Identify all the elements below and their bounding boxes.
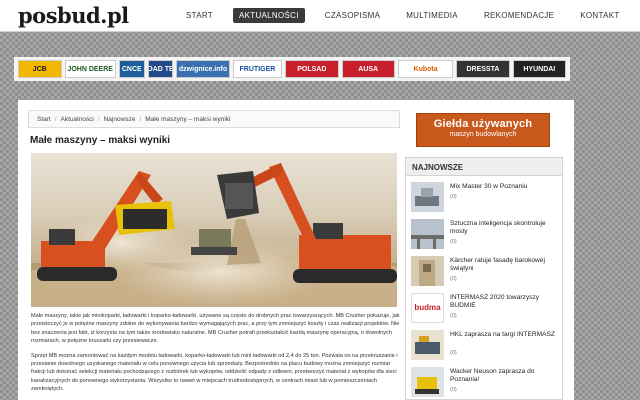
news-comment-count: (0)	[450, 194, 457, 200]
facade-thumb-icon	[411, 256, 444, 286]
partner-logo-polsad[interactable]: POLSAD	[285, 60, 339, 78]
partner-logo-dzwignice[interactable]: dzwignice.info	[176, 60, 230, 78]
news-item[interactable]: HKL zaprasza na targi INTERMASZ (0)	[411, 330, 561, 366]
breadcrumb-start[interactable]: Start	[37, 116, 51, 123]
news-thumbnail[interactable]	[411, 367, 444, 397]
news-title[interactable]: Sztuczna inteligencja skontroluje mosty	[450, 220, 558, 235]
news-item[interactable]: budma INTERMASZ 2020 towarzyszy BUDMIE (…	[411, 293, 561, 329]
nav-kontakt[interactable]: KONTAKT	[574, 8, 625, 23]
breadcrumb-separator: /	[97, 115, 100, 123]
breadcrumb-separator: /	[139, 115, 142, 123]
latest-news-box: NAJNOWSZE Mix Master 30 w Poznaniu (0) S…	[405, 157, 563, 400]
nav-aktualnosci[interactable]: AKTUALNOŚCI	[232, 8, 305, 23]
machines-market-banner[interactable]: Giełda używanych maszyn budowlanych	[416, 113, 550, 147]
news-thumbnail[interactable]	[411, 330, 444, 360]
news-item[interactable]: Mix Master 30 w Poznaniu (0)	[411, 182, 561, 218]
news-thumbnail[interactable]	[411, 219, 444, 249]
news-comment-count: (0)	[450, 387, 457, 393]
news-title[interactable]: Kärcher ratuje fasadę barokowej świątyni	[450, 257, 558, 272]
news-comment-count: (0)	[450, 313, 457, 319]
news-title[interactable]: INTERMASZ 2020 towarzyszy BUDMIE	[450, 294, 558, 309]
article-body: Małe maszyny, takie jak minikoparki, ład…	[31, 312, 401, 400]
partner-logo-cnce[interactable]: CNCE	[118, 60, 145, 78]
news-comment-count: (0)	[450, 276, 457, 282]
mixer-thumb-icon	[411, 182, 444, 212]
nav-czasopisma[interactable]: CZASOPISMA	[319, 8, 386, 23]
partner-logo-dressta[interactable]: DRESSTA	[456, 60, 510, 78]
partner-logo-john-deere[interactable]: JOHN DEERE	[64, 60, 116, 78]
wacker-machine-thumb-icon	[411, 367, 444, 397]
banner-title: Giełda używanych	[433, 118, 533, 130]
partner-logo-roadtec[interactable]: ROAD TEC	[147, 60, 174, 78]
banner-subtitle: maszyn budowlanych	[449, 131, 517, 138]
news-title[interactable]: HKL zaprasza na targi INTERMASZ	[450, 331, 558, 339]
news-item[interactable]: Wacker Neuson zaprasza do Poznania! (0)	[411, 367, 561, 400]
news-item[interactable]: Kärcher ratuje fasadę barokowej świątyni…	[411, 256, 561, 292]
bridge-thumb-icon	[411, 219, 444, 249]
news-thumbnail[interactable]	[411, 182, 444, 212]
news-title[interactable]: Mix Master 30 w Poznaniu	[450, 183, 558, 191]
excavators-illustration	[31, 163, 397, 307]
article-title: Małe maszyny – maksi wyniki	[30, 135, 171, 146]
nav-rekomendacje[interactable]: REKOMENDACJE	[478, 8, 560, 23]
partner-logo-ausa[interactable]: AUSA	[341, 60, 395, 78]
news-comment-count: (0)	[450, 239, 457, 245]
breadcrumb-aktualnosci[interactable]: Aktualności	[61, 116, 94, 123]
nav-start[interactable]: START	[180, 8, 219, 23]
partner-logo-kubota[interactable]: Kubota	[397, 60, 454, 78]
news-comment-count: (0)	[450, 350, 457, 356]
top-bar: posbud.pl START AKTUALNOŚCI CZASOPISMA M…	[0, 0, 640, 32]
site-logo[interactable]: posbud.pl	[18, 3, 129, 28]
trade-fair-thumb-icon	[411, 330, 444, 360]
latest-news-heading: NAJNOWSZE	[406, 158, 562, 176]
partner-logo-hyundai[interactable]: HYUNDAI	[512, 60, 566, 78]
article-paragraph: Małe maszyny, takie jak minikoparki, ład…	[31, 313, 400, 345]
main-nav: START AKTUALNOŚCI CZASOPISMA MULTIMEDIA …	[180, 8, 640, 23]
news-item[interactable]: Sztuczna inteligencja skontroluje mosty …	[411, 219, 561, 255]
partner-logo-frutiger[interactable]: FRUTIGER	[232, 60, 283, 78]
nav-multimedia[interactable]: MULTIMEDIA	[400, 8, 464, 23]
news-title[interactable]: Wacker Neuson zaprasza do Poznania!	[450, 368, 558, 383]
breadcrumb-najnowsze[interactable]: Najnowsze	[104, 116, 136, 123]
news-thumbnail[interactable]	[411, 256, 444, 286]
breadcrumb-current: Małe maszyny – maksi wyniki	[145, 115, 231, 123]
content-panel: Start / Aktualności / Najnowsze / Małe m…	[18, 100, 574, 400]
breadcrumb-separator: /	[54, 115, 57, 123]
partner-logo-strip: JCB JOHN DEERE CNCE ROAD TEC dzwignice.i…	[14, 57, 570, 81]
breadcrumb: Start / Aktualności / Najnowsze / Małe m…	[28, 110, 400, 128]
article-paragraph: Sprzęt MB można zamontować na każdym mod…	[31, 352, 398, 393]
budma-thumb-text: budma	[414, 303, 441, 312]
article-hero-image	[31, 153, 397, 307]
partner-logo-jcb[interactable]: JCB	[18, 60, 62, 78]
news-thumbnail[interactable]: budma	[411, 293, 444, 323]
